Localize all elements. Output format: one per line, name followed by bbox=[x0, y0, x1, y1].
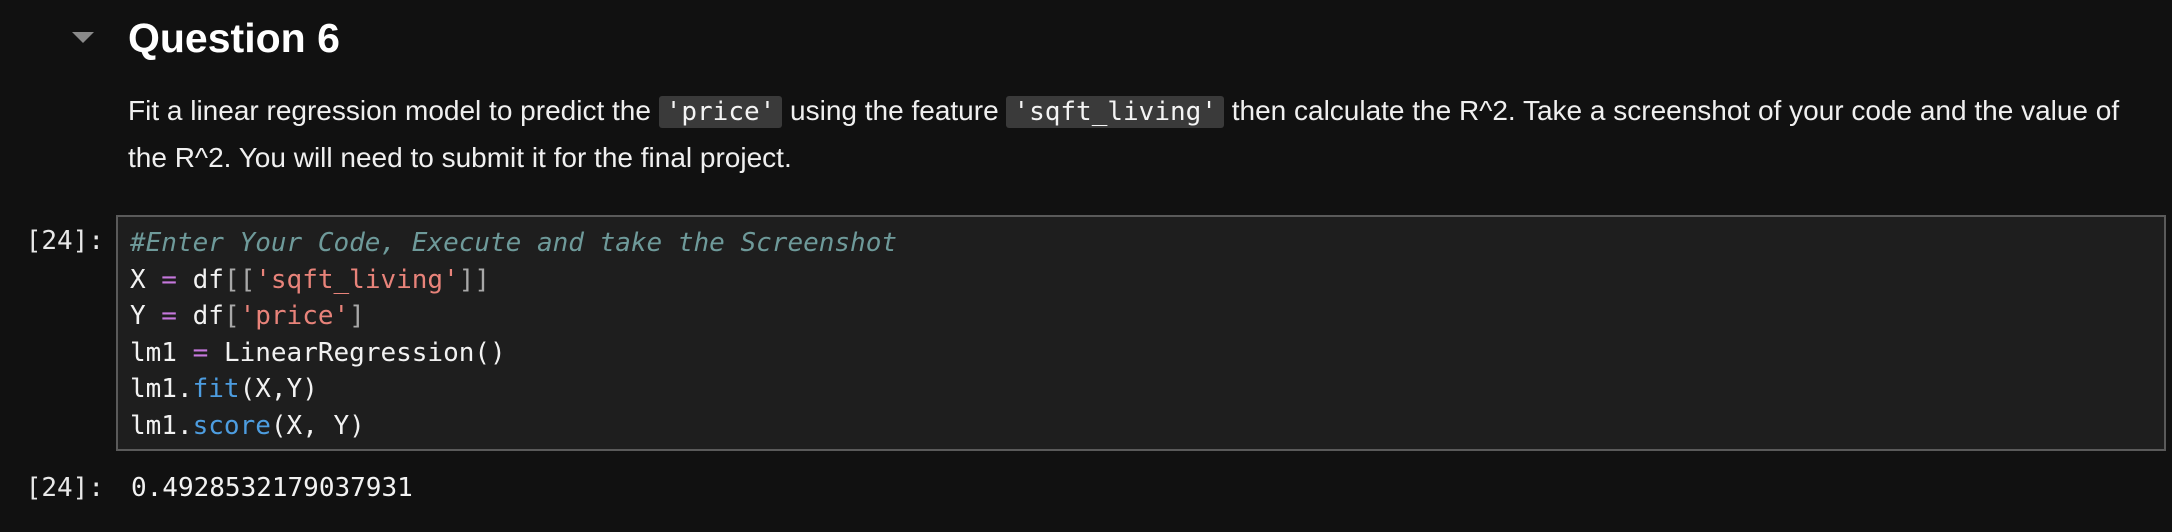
code-operator: = bbox=[145, 264, 193, 295]
code-token: lm1 bbox=[130, 374, 177, 404]
code-token: lm1 bbox=[130, 410, 177, 441]
code-editor[interactable]: #Enter Your Code, Execute and take the S… bbox=[116, 215, 2166, 451]
code-token: LinearRegression() bbox=[223, 337, 506, 368]
inline-code-sqft-living: 'sqft_living' bbox=[1006, 96, 1224, 128]
code-token: (X, Y) bbox=[270, 410, 365, 441]
inline-code-price: 'price' bbox=[658, 96, 783, 128]
question-text: Fit a linear regression model to predict… bbox=[128, 88, 2148, 180]
code-bracket: [[ bbox=[223, 264, 256, 295]
question-text-part: Fit a linear regression model to predict… bbox=[128, 95, 659, 126]
code-token: df bbox=[192, 301, 224, 331]
code-line: Y = df['price'] bbox=[130, 298, 2164, 335]
code-operator: = bbox=[176, 337, 224, 368]
code-token: X bbox=[130, 264, 146, 295]
code-token: . bbox=[176, 374, 193, 404]
code-line: lm1.score(X, Y) bbox=[130, 408, 2164, 445]
section-heading: Question 6 bbox=[128, 15, 340, 61]
code-bracket: ]] bbox=[458, 264, 491, 295]
code-line: lm1 = LinearRegression() bbox=[130, 335, 2164, 372]
output-prompt: [24]: bbox=[25, 473, 104, 503]
code-string: 'price' bbox=[239, 301, 350, 331]
code-bracket: ] bbox=[349, 301, 365, 331]
code-token: Y bbox=[130, 301, 146, 331]
cell-output: 0.4928532179037931 bbox=[131, 473, 413, 503]
code-line: lm1.fit(X,Y) bbox=[130, 371, 2164, 408]
code-token: df bbox=[192, 264, 224, 295]
code-line: #Enter Your Code, Execute and take the S… bbox=[130, 225, 2164, 262]
code-method: fit bbox=[192, 374, 240, 404]
code-token: lm1 bbox=[130, 337, 177, 368]
code-token: (X,Y) bbox=[239, 374, 318, 404]
code-comment: #Enter Your Code, Execute and take the S… bbox=[130, 228, 898, 258]
code-method: score bbox=[192, 410, 271, 441]
chevron-down-icon[interactable] bbox=[68, 27, 98, 47]
question-text-part: using the feature bbox=[782, 95, 1007, 126]
code-bracket: [ bbox=[223, 301, 240, 331]
code-line: X = df[['sqft_living']] bbox=[130, 262, 2164, 299]
code-operator: = bbox=[145, 301, 193, 331]
code-string: 'sqft_living' bbox=[255, 264, 459, 295]
code-token: . bbox=[176, 410, 193, 441]
input-prompt: [24]: bbox=[25, 226, 104, 256]
